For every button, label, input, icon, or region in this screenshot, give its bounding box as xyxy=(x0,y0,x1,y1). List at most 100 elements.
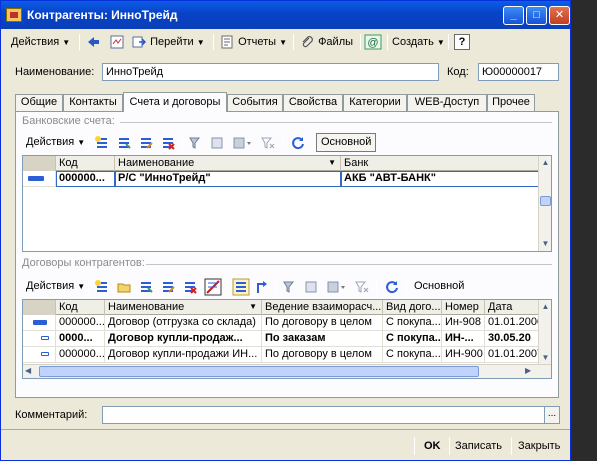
table-row[interactable]: 0000... Договор купли-продаж... По заказ… xyxy=(23,331,539,347)
cell-number[interactable]: Ин-908 xyxy=(442,315,485,331)
cell-name[interactable]: Договор купли-продаж... xyxy=(105,331,262,347)
refresh-icon[interactable] xyxy=(384,279,400,295)
column-header-number[interactable]: Номер xyxy=(442,300,485,315)
cell-number[interactable]: ИН-900 xyxy=(442,347,485,363)
column-header-name[interactable]: Наименование ▼ xyxy=(115,156,341,171)
comment-field[interactable] xyxy=(102,406,545,424)
column-header-name[interactable]: Наименование ▼ xyxy=(105,300,262,315)
cell-date[interactable]: 30.05.20 xyxy=(485,331,539,347)
save-button[interactable]: Записать xyxy=(455,437,502,455)
maximize-button[interactable]: □ xyxy=(526,6,547,25)
scroll-left-icon[interactable]: ◀ xyxy=(25,366,31,375)
delete-row-icon[interactable] xyxy=(160,135,176,151)
bank-main-button[interactable]: Основной xyxy=(316,133,377,152)
tab-general[interactable]: Общие xyxy=(15,94,63,111)
files-button[interactable]: Файлы xyxy=(299,32,353,52)
cell-kind[interactable]: С покупа... xyxy=(383,315,442,331)
cell-name[interactable]: Договор (отгрузка со склада) xyxy=(105,315,262,331)
bank-actions-menu[interactable]: Действия ▼ xyxy=(26,133,85,151)
tab-properties[interactable]: Свойства xyxy=(283,94,343,111)
column-header-date[interactable]: Дата xyxy=(485,300,539,315)
scroll-thumb[interactable] xyxy=(39,366,479,377)
contracts-main-button[interactable]: Основной xyxy=(414,277,464,295)
add-row-icon[interactable] xyxy=(94,279,110,295)
table-row[interactable]: 000000... Р/С "ИнноТрейд" АКБ "АВТ-БАНК" xyxy=(23,171,539,187)
column-header-settlement[interactable]: Ведение взаиморасч... xyxy=(262,300,383,315)
code-field[interactable]: Ю00000017 xyxy=(478,63,559,81)
tab-categories[interactable]: Категории xyxy=(343,94,407,111)
scroll-down-icon[interactable]: ▼ xyxy=(539,237,551,250)
refresh-icon[interactable] xyxy=(290,135,306,151)
scroll-thumb[interactable] xyxy=(540,196,551,206)
delete-row-icon[interactable] xyxy=(182,279,198,295)
filter-value-icon[interactable] xyxy=(304,279,320,295)
tab-web-access[interactable]: WEB-Доступ xyxy=(407,94,487,111)
comment-select-button[interactable]: ... xyxy=(544,406,560,424)
cell-date[interactable]: 01.01.2007 xyxy=(485,347,539,363)
contracts-grid-hscrollbar[interactable]: ◀ ▶ xyxy=(23,364,551,378)
help-button[interactable]: ? xyxy=(454,32,470,52)
cell-settlement[interactable]: По договору в целом xyxy=(262,347,383,363)
column-header-code[interactable]: Код xyxy=(56,300,105,315)
email-button[interactable]: @ xyxy=(364,32,382,52)
svg-text:@: @ xyxy=(367,37,378,49)
scroll-right-icon[interactable]: ▶ xyxy=(525,366,531,375)
scroll-up-icon[interactable]: ▲ xyxy=(539,300,551,313)
create-menu[interactable]: Создать ▼ xyxy=(392,32,445,52)
cell-name[interactable]: Р/С "ИнноТрейд" xyxy=(115,171,341,187)
scroll-up-icon[interactable]: ▲ xyxy=(539,156,551,169)
cell-settlement[interactable]: По договору в целом xyxy=(262,315,383,331)
column-header-kind[interactable]: Вид дого... xyxy=(383,300,442,315)
structure-button[interactable] xyxy=(109,32,125,52)
actions-menu[interactable]: Действия ▼ xyxy=(11,32,70,52)
cell-number[interactable]: ИН-... xyxy=(442,331,485,347)
tab-other[interactable]: Прочее xyxy=(487,94,535,111)
reports-menu[interactable]: Отчеты ▼ xyxy=(219,32,287,52)
cell-kind[interactable]: С покупа... xyxy=(383,347,442,363)
copy-row-icon[interactable] xyxy=(138,279,154,295)
hierarchy-icon[interactable] xyxy=(232,278,250,296)
table-row[interactable]: 000000... Договор (отгрузка со склада) П… xyxy=(23,315,539,331)
filter-value-icon[interactable] xyxy=(210,135,226,151)
filter-icon[interactable] xyxy=(188,135,204,151)
edit-row-icon[interactable] xyxy=(160,279,176,295)
close-window-button[interactable]: ✕ xyxy=(549,6,570,25)
cell-name[interactable]: Договор купли-продажи ИН... xyxy=(105,347,262,363)
edit-row-icon[interactable] xyxy=(138,135,154,151)
table-row[interactable]: 000000... Договор купли-продажи ИН... По… xyxy=(23,347,539,363)
contracts-grid-scrollbar[interactable]: ▲ ▼ xyxy=(538,300,551,364)
clear-filter-icon[interactable] xyxy=(354,279,370,295)
add-folder-icon[interactable] xyxy=(116,279,132,295)
goto-menu[interactable]: Перейти ▼ xyxy=(131,32,205,52)
mark-deletion-icon[interactable] xyxy=(204,278,222,296)
column-header-bank[interactable]: Банк xyxy=(341,156,539,171)
cell-date[interactable]: 01.01.2006 xyxy=(485,315,539,331)
filter-list-icon[interactable] xyxy=(326,279,348,295)
name-field[interactable]: ИнноТрейд xyxy=(102,63,439,81)
copy-row-icon[interactable] xyxy=(116,135,132,151)
filter-list-icon[interactable] xyxy=(232,135,254,151)
filter-icon[interactable] xyxy=(282,279,298,295)
cell-kind[interactable]: С покупа... xyxy=(383,331,442,347)
cell-code[interactable]: 000000... xyxy=(56,347,105,363)
tab-contacts[interactable]: Контакты xyxy=(63,94,123,111)
clear-filter-icon[interactable] xyxy=(260,135,276,151)
close-button[interactable]: Закрыть xyxy=(518,437,560,455)
cell-code[interactable]: 000000... xyxy=(56,171,115,187)
scroll-down-icon[interactable]: ▼ xyxy=(539,351,551,364)
cell-code[interactable]: 0000... xyxy=(56,331,105,347)
level-up-icon[interactable] xyxy=(254,279,270,295)
ok-button[interactable]: OK xyxy=(424,437,441,455)
tab-events[interactable]: События xyxy=(227,94,283,111)
add-row-icon[interactable] xyxy=(94,135,110,151)
bank-grid-scrollbar[interactable]: ▲ ▼ xyxy=(538,156,551,251)
cell-code[interactable]: 000000... xyxy=(56,315,105,331)
title-bar[interactable]: Контрагенты: ИнноТрейд _ □ ✕ xyxy=(1,1,570,29)
contracts-actions-menu[interactable]: Действия ▼ xyxy=(26,277,85,295)
tab-accounts-contracts[interactable]: Счета и договоры xyxy=(123,92,227,112)
minimize-button[interactable]: _ xyxy=(503,6,524,25)
cell-settlement[interactable]: По заказам xyxy=(262,331,383,347)
cell-bank[interactable]: АКБ "АВТ-БАНК" xyxy=(341,171,539,187)
column-header-code[interactable]: Код xyxy=(56,156,115,171)
back-arrow-button[interactable] xyxy=(85,32,101,52)
